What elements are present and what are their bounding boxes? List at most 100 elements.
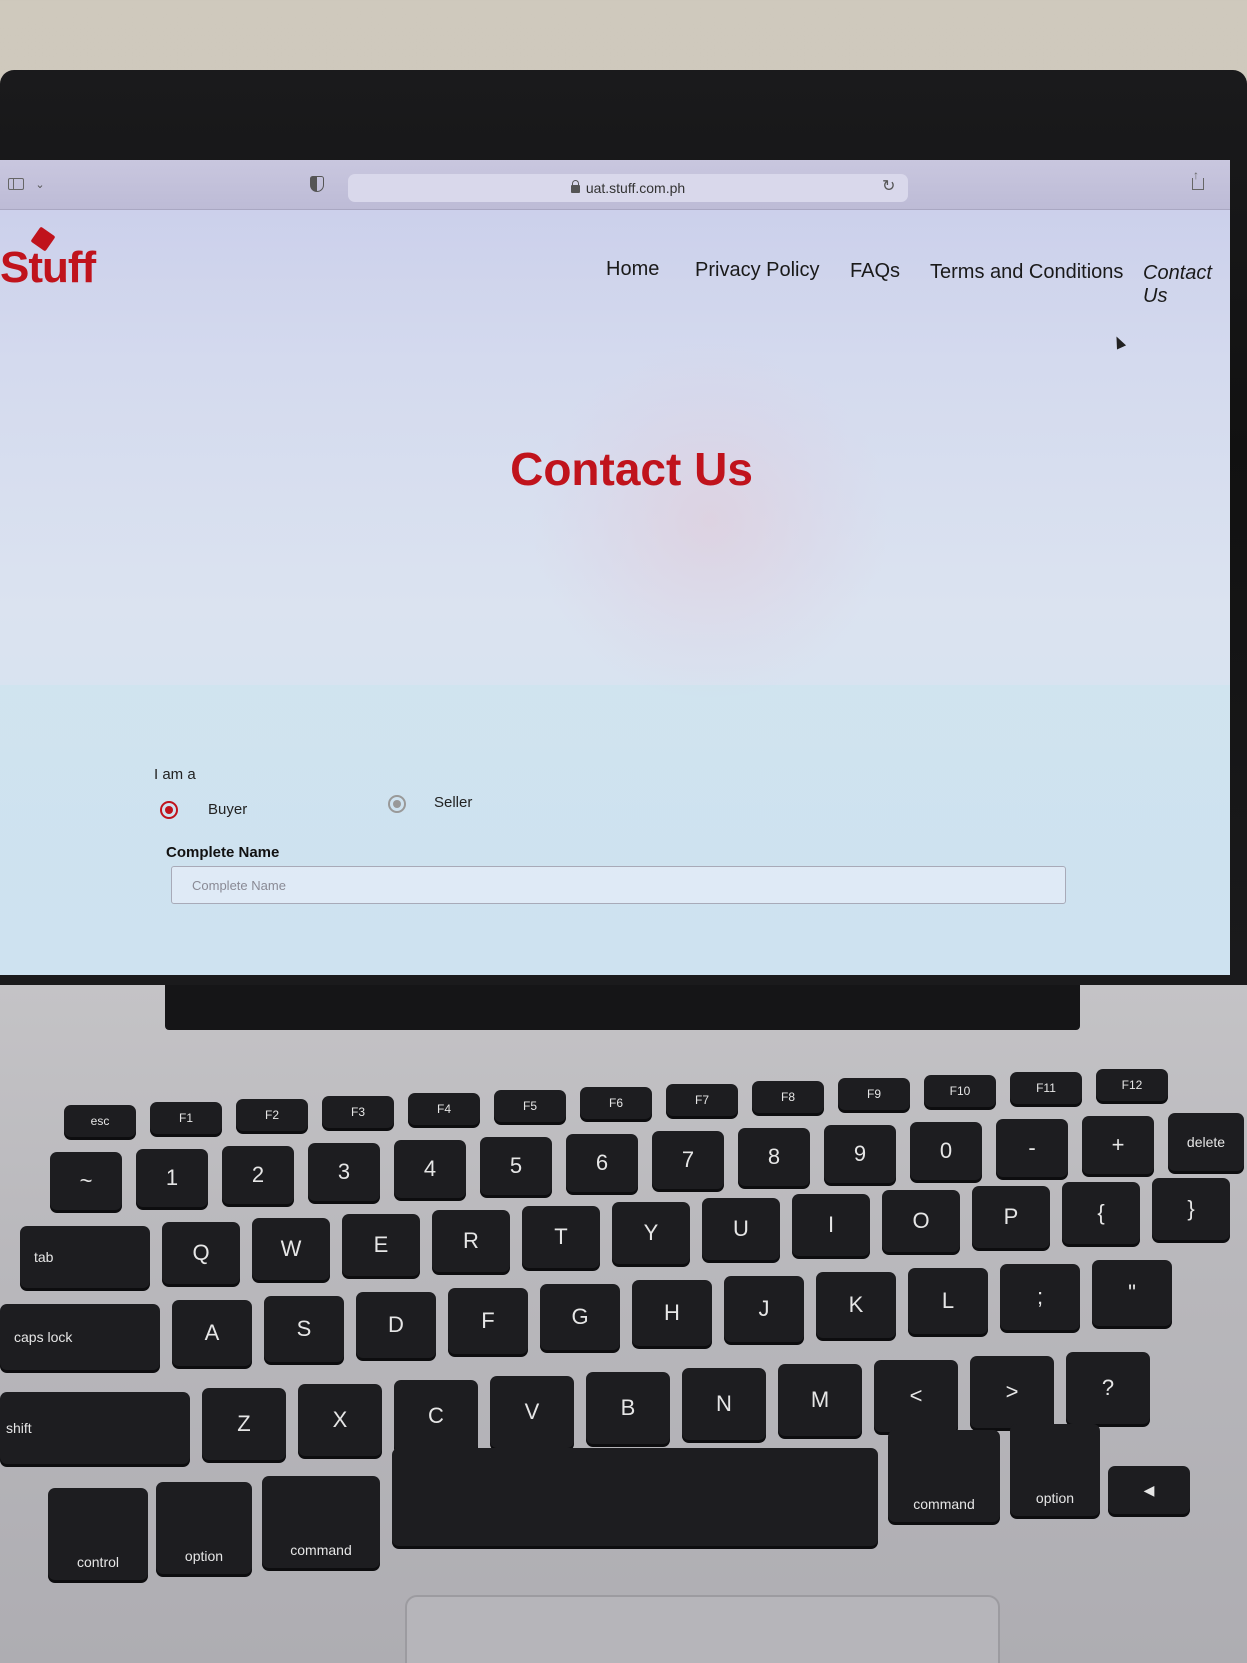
key-l[interactable]: L [908,1268,988,1334]
key-f5[interactable]: F5 [494,1090,566,1122]
key-4[interactable]: 4 [394,1140,466,1198]
key-2[interactable]: 2 [222,1146,294,1204]
address-bar[interactable]: uat.stuff.com.ph ↻ [348,174,908,202]
nav-contact-us[interactable]: Contact Us [1143,262,1230,308]
key-j[interactable]: J [724,1276,804,1342]
key-caps-lock[interactable]: caps lock [0,1304,160,1370]
key-z[interactable]: Z [202,1388,286,1460]
site-logo[interactable]: Stuff [0,243,96,293]
complete-name-label: Complete Name [166,844,280,861]
key-minus[interactable]: - [996,1119,1068,1177]
nav-home[interactable]: Home [606,258,659,281]
role-label: I am a [154,766,196,783]
key-o[interactable]: O [882,1190,960,1252]
key-f8[interactable]: F8 [752,1081,824,1113]
nav-terms-and-conditions[interactable]: Terms and Conditions [930,261,1123,284]
buyer-radio[interactable] [160,801,178,819]
key-semicolon[interactable]: ; [1000,1264,1080,1330]
key-w[interactable]: W [252,1218,330,1280]
key-6[interactable]: 6 [566,1134,638,1192]
key-f10[interactable]: F10 [924,1075,996,1107]
key-close-brace[interactable]: } [1152,1178,1230,1240]
key-d[interactable]: D [356,1292,436,1358]
chevron-down-icon: ⌄ [35,178,45,191]
key-tilde[interactable]: ~ [50,1152,122,1210]
key-7[interactable]: 7 [652,1131,724,1189]
key-open-brace[interactable]: { [1062,1182,1140,1244]
key-u[interactable]: U [702,1198,780,1260]
share-icon [1192,168,1204,190]
key-f11[interactable]: F11 [1010,1072,1082,1104]
key-c[interactable]: C [394,1380,478,1452]
browser-toolbar: ⌄ uat.stuff.com.ph ↻ [0,160,1230,210]
key-less-than[interactable]: < [874,1360,958,1432]
reload-icon[interactable]: ↻ [882,179,898,195]
key-e[interactable]: E [342,1214,420,1276]
lock-icon [570,180,580,193]
key-g[interactable]: G [540,1284,620,1350]
key-3[interactable]: 3 [308,1143,380,1201]
key-f12[interactable]: F12 [1096,1069,1168,1101]
key-f2[interactable]: F2 [236,1099,308,1131]
key-delete[interactable]: delete [1168,1113,1244,1171]
sidebar-toggle-button[interactable] [4,172,28,196]
key-p[interactable]: P [972,1186,1050,1248]
key-5[interactable]: 5 [480,1137,552,1195]
key-9[interactable]: 9 [824,1125,896,1183]
key-command-left[interactable]: command [262,1476,380,1568]
key-f4[interactable]: F4 [408,1093,480,1125]
key-f1[interactable]: F1 [150,1102,222,1134]
key-plus[interactable]: + [1082,1116,1154,1174]
key-1[interactable]: 1 [136,1149,208,1207]
browser-window: ⌄ uat.stuff.com.ph ↻ Stuff Home Privacy … [0,160,1230,975]
key-i[interactable]: I [792,1194,870,1256]
trackpad[interactable] [405,1595,1000,1663]
url-text: uat.stuff.com.ph [585,180,686,196]
privacy-report-button[interactable] [305,172,329,196]
key-s[interactable]: S [264,1296,344,1362]
seller-radio[interactable] [388,795,406,813]
contact-form-section [0,685,1230,975]
key-b[interactable]: B [586,1372,670,1444]
complete-name-input[interactable] [171,866,1066,904]
key-k[interactable]: K [816,1272,896,1338]
key-command-right[interactable]: command [888,1430,1000,1522]
key-quote[interactable]: " [1092,1260,1172,1326]
key-a[interactable]: A [172,1300,252,1366]
key-shift[interactable]: shift [0,1392,190,1464]
nav-privacy-policy[interactable]: Privacy Policy [695,259,819,282]
key-m[interactable]: M [778,1364,862,1436]
mouse-cursor-icon [1111,334,1127,350]
key-t[interactable]: T [522,1206,600,1268]
share-button[interactable] [1186,168,1210,196]
key-question[interactable]: ? [1066,1352,1150,1424]
key-esc[interactable]: esc [64,1105,136,1137]
page-title: Contact Us [510,443,753,495]
key-r[interactable]: R [432,1210,510,1272]
key-v[interactable]: V [490,1376,574,1448]
key-x[interactable]: X [298,1384,382,1456]
key-q[interactable]: Q [162,1222,240,1284]
key-f[interactable]: F [448,1288,528,1354]
key-0[interactable]: 0 [910,1122,982,1180]
key-greater-than[interactable]: > [970,1356,1054,1428]
key-n[interactable]: N [682,1368,766,1440]
key-arrow-left[interactable]: ◀ [1108,1466,1190,1514]
key-8[interactable]: 8 [738,1128,810,1186]
seller-radio-label[interactable]: Seller [434,794,472,811]
laptop-hinge [165,985,1080,1030]
key-option-left[interactable]: option [156,1482,252,1574]
key-f3[interactable]: F3 [322,1096,394,1128]
key-f7[interactable]: F7 [666,1084,738,1116]
key-f9[interactable]: F9 [838,1078,910,1110]
nav-faqs[interactable]: FAQs [850,260,900,283]
buyer-radio-label[interactable]: Buyer [208,801,247,818]
key-tab[interactable]: tab [20,1226,150,1288]
key-option-right[interactable]: option [1010,1424,1100,1516]
tab-group-chevron-button[interactable]: ⌄ [32,172,48,196]
key-h[interactable]: H [632,1280,712,1346]
key-f6[interactable]: F6 [580,1087,652,1119]
key-space[interactable] [392,1448,878,1546]
key-y[interactable]: Y [612,1202,690,1264]
key-control[interactable]: control [48,1488,148,1580]
